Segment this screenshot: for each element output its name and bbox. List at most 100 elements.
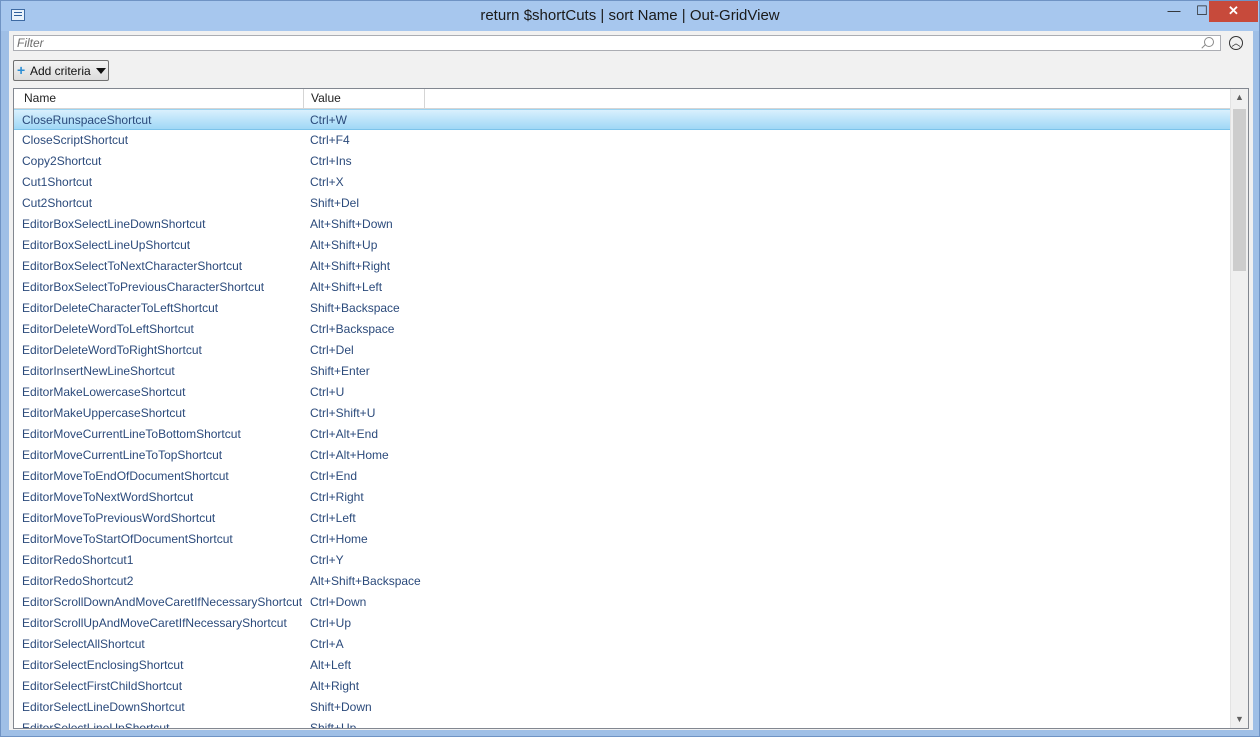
table-row[interactable]: EditorMoveCurrentLineToTopShortcut Ctrl+A… <box>14 445 1230 466</box>
cell-name: EditorDeleteCharacterToLeftShortcut <box>22 301 219 315</box>
cell-name: EditorMakeLowercaseShortcut <box>22 385 186 399</box>
table-row[interactable]: EditorDeleteWordToLeftShortcut Ctrl+Backs… <box>14 319 1230 340</box>
column-header-name[interactable]: Name <box>14 89 304 108</box>
vertical-scrollbar[interactable]: ▲ ▼ <box>1230 89 1248 728</box>
cell-name: EditorDeleteWordToRightShortcut <box>22 343 202 357</box>
table-row[interactable]: EditorSelectLineDownShortcut Shift+Down <box>14 697 1230 718</box>
table-row[interactable]: EditorBoxSelectLineUpShortcut Alt+Shift+U… <box>14 235 1230 256</box>
cell-name: Cut1Shortcut <box>22 175 93 189</box>
cell-value: Ctrl+Y <box>310 553 344 567</box>
table-row[interactable]: EditorSelectEnclosingShortcut Alt+Left <box>14 655 1230 676</box>
search-icon <box>1204 37 1214 47</box>
table-row[interactable]: EditorBoxSelectToNextCharacterShortcut Al… <box>14 256 1230 277</box>
cell-value: Alt+Shift+Backspace <box>310 574 421 588</box>
cell-name: EditorScrollDownAndMoveCaretIfNecessaryS… <box>22 595 303 609</box>
cell-value: Alt+Shift+Down <box>310 217 393 231</box>
cell-name: CloseScriptShortcut <box>22 133 129 147</box>
cell-name: EditorInsertNewLineShortcut <box>22 364 175 378</box>
cell-value: Ctrl+Del <box>310 343 354 357</box>
add-criteria-label: Add criteria <box>30 64 91 78</box>
minimize-button[interactable]: — <box>1160 1 1188 22</box>
dropdown-arrow-icon <box>96 68 106 74</box>
table-row[interactable]: EditorScrollDownAndMoveCaretIfNecessaryS… <box>14 592 1230 613</box>
table-row[interactable]: Cut1Shortcut Ctrl+X <box>14 172 1230 193</box>
cell-value: Alt+Right <box>310 679 360 693</box>
cell-value: Ctrl+Home <box>310 532 368 546</box>
plus-icon: + <box>17 62 26 78</box>
out-gridview-window: return $shortCuts | sort Name | Out-Grid… <box>0 0 1260 737</box>
window-title: return $shortCuts | sort Name | Out-Grid… <box>480 7 780 24</box>
cell-value: Alt+Shift+Up <box>310 238 378 252</box>
table-row[interactable]: EditorDeleteWordToRightShortcut Ctrl+Del <box>14 340 1230 361</box>
close-button[interactable]: ✕ <box>1209 1 1258 22</box>
cell-value: Shift+Up <box>310 721 357 729</box>
cell-value: Ctrl+Shift+U <box>310 406 376 420</box>
cell-name: Cut2Shortcut <box>22 196 93 210</box>
table-row[interactable]: EditorSelectLineUpShortcut Shift+Up <box>14 718 1230 729</box>
table-row[interactable]: EditorMoveToPreviousWordShortcut Ctrl+Lef… <box>14 508 1230 529</box>
collapse-query-button[interactable]: ︿ <box>1229 36 1243 50</box>
filter-box <box>13 35 1221 51</box>
cell-name: EditorBoxSelectToPreviousCharacterShortc… <box>22 280 265 294</box>
cell-name: EditorMoveToPreviousWordShortcut <box>22 511 216 525</box>
cell-value: Ctrl+Up <box>310 616 352 630</box>
cell-value: Ctrl+F4 <box>310 133 350 147</box>
table-row[interactable]: EditorSelectFirstChildShortcut Alt+Right <box>14 676 1230 697</box>
scroll-up-arrow-icon[interactable]: ▲ <box>1231 89 1248 106</box>
cell-name: EditorMoveCurrentLineToTopShortcut <box>22 448 223 462</box>
cell-name: EditorSelectFirstChildShortcut <box>22 679 183 693</box>
cell-name: EditorSelectAllShortcut <box>22 637 145 651</box>
add-criteria-button[interactable]: + Add criteria <box>13 60 109 81</box>
cell-value: Ctrl+Right <box>310 490 364 504</box>
table-row[interactable]: Copy2Shortcut Ctrl+Ins <box>14 151 1230 172</box>
cell-name: EditorBoxSelectLineUpShortcut <box>22 238 191 252</box>
cell-name: EditorSelectLineDownShortcut <box>22 700 185 714</box>
table-row[interactable]: EditorMakeLowercaseShortcut Ctrl+U <box>14 382 1230 403</box>
cell-value: Shift+Enter <box>310 364 370 378</box>
table-row[interactable]: EditorMoveToNextWordShortcut Ctrl+Right <box>14 487 1230 508</box>
table-row[interactable]: EditorMoveCurrentLineToBottomShortcut Ctr… <box>14 424 1230 445</box>
table-row[interactable]: EditorRedoShortcut2 Alt+Shift+Backspace <box>14 571 1230 592</box>
cell-name: EditorMoveToEndOfDocumentShortcut <box>22 469 229 483</box>
scroll-down-arrow-icon[interactable]: ▼ <box>1231 711 1248 728</box>
cell-name: EditorSelectEnclosingShortcut <box>22 658 184 672</box>
scroll-thumb[interactable] <box>1233 109 1246 271</box>
cell-value: Shift+Backspace <box>310 301 400 315</box>
table-row[interactable]: EditorRedoShortcut1 Ctrl+Y <box>14 550 1230 571</box>
cell-name: CloseRunspaceShortcut <box>22 113 152 127</box>
client-area: ︿ + Add criteria Name Value CloseRunspac… <box>9 31 1253 730</box>
cell-value: Ctrl+Down <box>310 595 367 609</box>
table-row[interactable]: EditorBoxSelectToPreviousCharacterShortc… <box>14 277 1230 298</box>
title-bar[interactable]: return $shortCuts | sort Name | Out-Grid… <box>1 1 1259 31</box>
table-row[interactable]: EditorSelectAllShortcut Ctrl+A <box>14 634 1230 655</box>
cell-value: Ctrl+Ins <box>310 154 352 168</box>
table-row[interactable]: CloseRunspaceShortcut Ctrl+W <box>14 109 1230 130</box>
cell-name: EditorMakeUppercaseShortcut <box>22 406 186 420</box>
table-row[interactable]: EditorMakeUppercaseShortcut Ctrl+Shift+U <box>14 403 1230 424</box>
table-row[interactable]: EditorScrollUpAndMoveCaretIfNecessarySho… <box>14 613 1230 634</box>
cell-name: EditorSelectLineUpShortcut <box>22 721 170 729</box>
cell-value: Ctrl+A <box>310 637 344 651</box>
cell-name: EditorMoveCurrentLineToBottomShortcut <box>22 427 241 441</box>
column-header-value[interactable]: Value <box>304 89 425 108</box>
cell-value: Ctrl+W <box>310 113 347 127</box>
table-row[interactable]: EditorMoveToEndOfDocumentShortcut Ctrl+En… <box>14 466 1230 487</box>
cell-value: Ctrl+Left <box>310 511 356 525</box>
cell-name: EditorBoxSelectLineDownShortcut <box>22 217 206 231</box>
cell-name: EditorDeleteWordToLeftShortcut <box>22 322 194 336</box>
cell-value: Ctrl+X <box>310 175 344 189</box>
cell-name: EditorMoveToNextWordShortcut <box>22 490 194 504</box>
table-row[interactable]: EditorBoxSelectLineDownShortcut Alt+Shift… <box>14 214 1230 235</box>
cell-value: Ctrl+U <box>310 385 345 399</box>
filter-input[interactable] <box>14 36 1207 50</box>
table-row[interactable]: EditorMoveToStartOfDocumentShortcut Ctrl+… <box>14 529 1230 550</box>
cell-value: Ctrl+End <box>310 469 358 483</box>
cell-value: Ctrl+Backspace <box>310 322 395 336</box>
table-row[interactable]: EditorInsertNewLineShortcut Shift+Enter <box>14 361 1230 382</box>
cell-name: Copy2Shortcut <box>22 154 102 168</box>
table-row[interactable]: Cut2Shortcut Shift+Del <box>14 193 1230 214</box>
cell-name: EditorRedoShortcut1 <box>22 553 134 567</box>
table-row[interactable]: EditorDeleteCharacterToLeftShortcut Shift… <box>14 298 1230 319</box>
cell-value: Alt+Left <box>310 658 352 672</box>
table-row[interactable]: CloseScriptShortcut Ctrl+F4 <box>14 130 1230 151</box>
